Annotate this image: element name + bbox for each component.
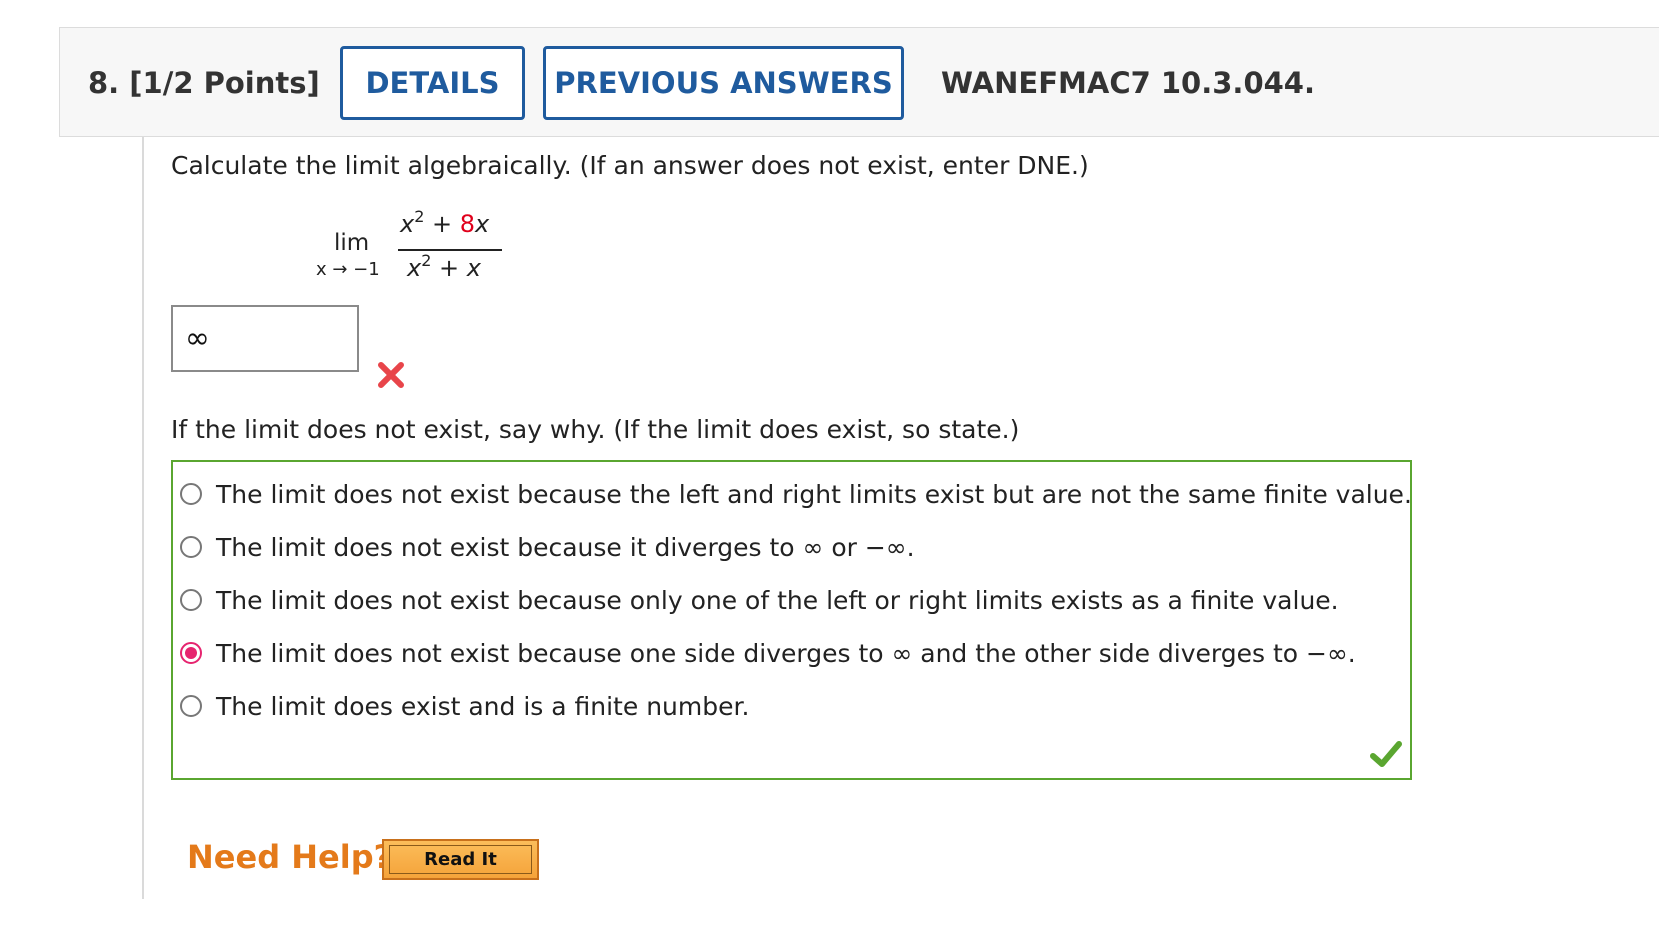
choice-label-5: The limit does exist and is a finite num… [216, 691, 750, 721]
question-prompt: Calculate the limit algebraically. (If a… [171, 151, 1089, 180]
left-divider [142, 137, 144, 899]
radio-button-5[interactable] [180, 695, 202, 717]
choice-label-2: The limit does not exist because it dive… [216, 532, 915, 562]
question-id: WANEFMAC7 10.3.044. [941, 66, 1315, 100]
radio-button-1[interactable] [180, 483, 202, 505]
read-it-button[interactable]: Read It [382, 839, 539, 880]
radio-button-3[interactable] [180, 589, 202, 611]
choice-label-3: The limit does not exist because only on… [216, 585, 1339, 615]
radio-button-4-selected[interactable] [180, 642, 202, 664]
choice-option-4[interactable]: The limit does not exist because one sid… [180, 633, 1356, 673]
previous-answers-button[interactable]: PREVIOUS ANSWERS [543, 46, 904, 120]
choice-option-3[interactable]: The limit does not exist because only on… [180, 580, 1339, 620]
answer-input[interactable]: ∞ [171, 305, 359, 372]
question-number: 8. [1/2 Points] [88, 66, 320, 100]
choice-option-5[interactable]: The limit does exist and is a finite num… [180, 686, 749, 726]
choices-box: The limit does not exist because the lef… [171, 460, 1412, 780]
read-it-label: Read It [389, 845, 532, 874]
limit-approach: x → −1 [316, 259, 380, 280]
choice-label-4: The limit does not exist because one sid… [216, 638, 1356, 668]
limit-label: lim [334, 230, 370, 256]
choice-option-2[interactable]: The limit does not exist because it dive… [180, 527, 915, 567]
radio-button-2[interactable] [180, 536, 202, 558]
fraction-bar [398, 249, 502, 251]
need-help-label: Need Help? [187, 838, 393, 876]
details-button[interactable]: DETAILS [340, 46, 525, 120]
choice-option-1[interactable]: The limit does not exist because the lef… [180, 474, 1412, 514]
choice-label-1: The limit does not exist because the lef… [216, 479, 1412, 509]
correct-check-icon [1370, 741, 1402, 767]
fraction-denominator: x2 + x [407, 251, 481, 283]
incorrect-x-icon [378, 362, 404, 388]
fraction-numerator: x2 + 8x [400, 207, 490, 239]
followup-prompt: If the limit does not exist, say why. (I… [171, 415, 1020, 444]
